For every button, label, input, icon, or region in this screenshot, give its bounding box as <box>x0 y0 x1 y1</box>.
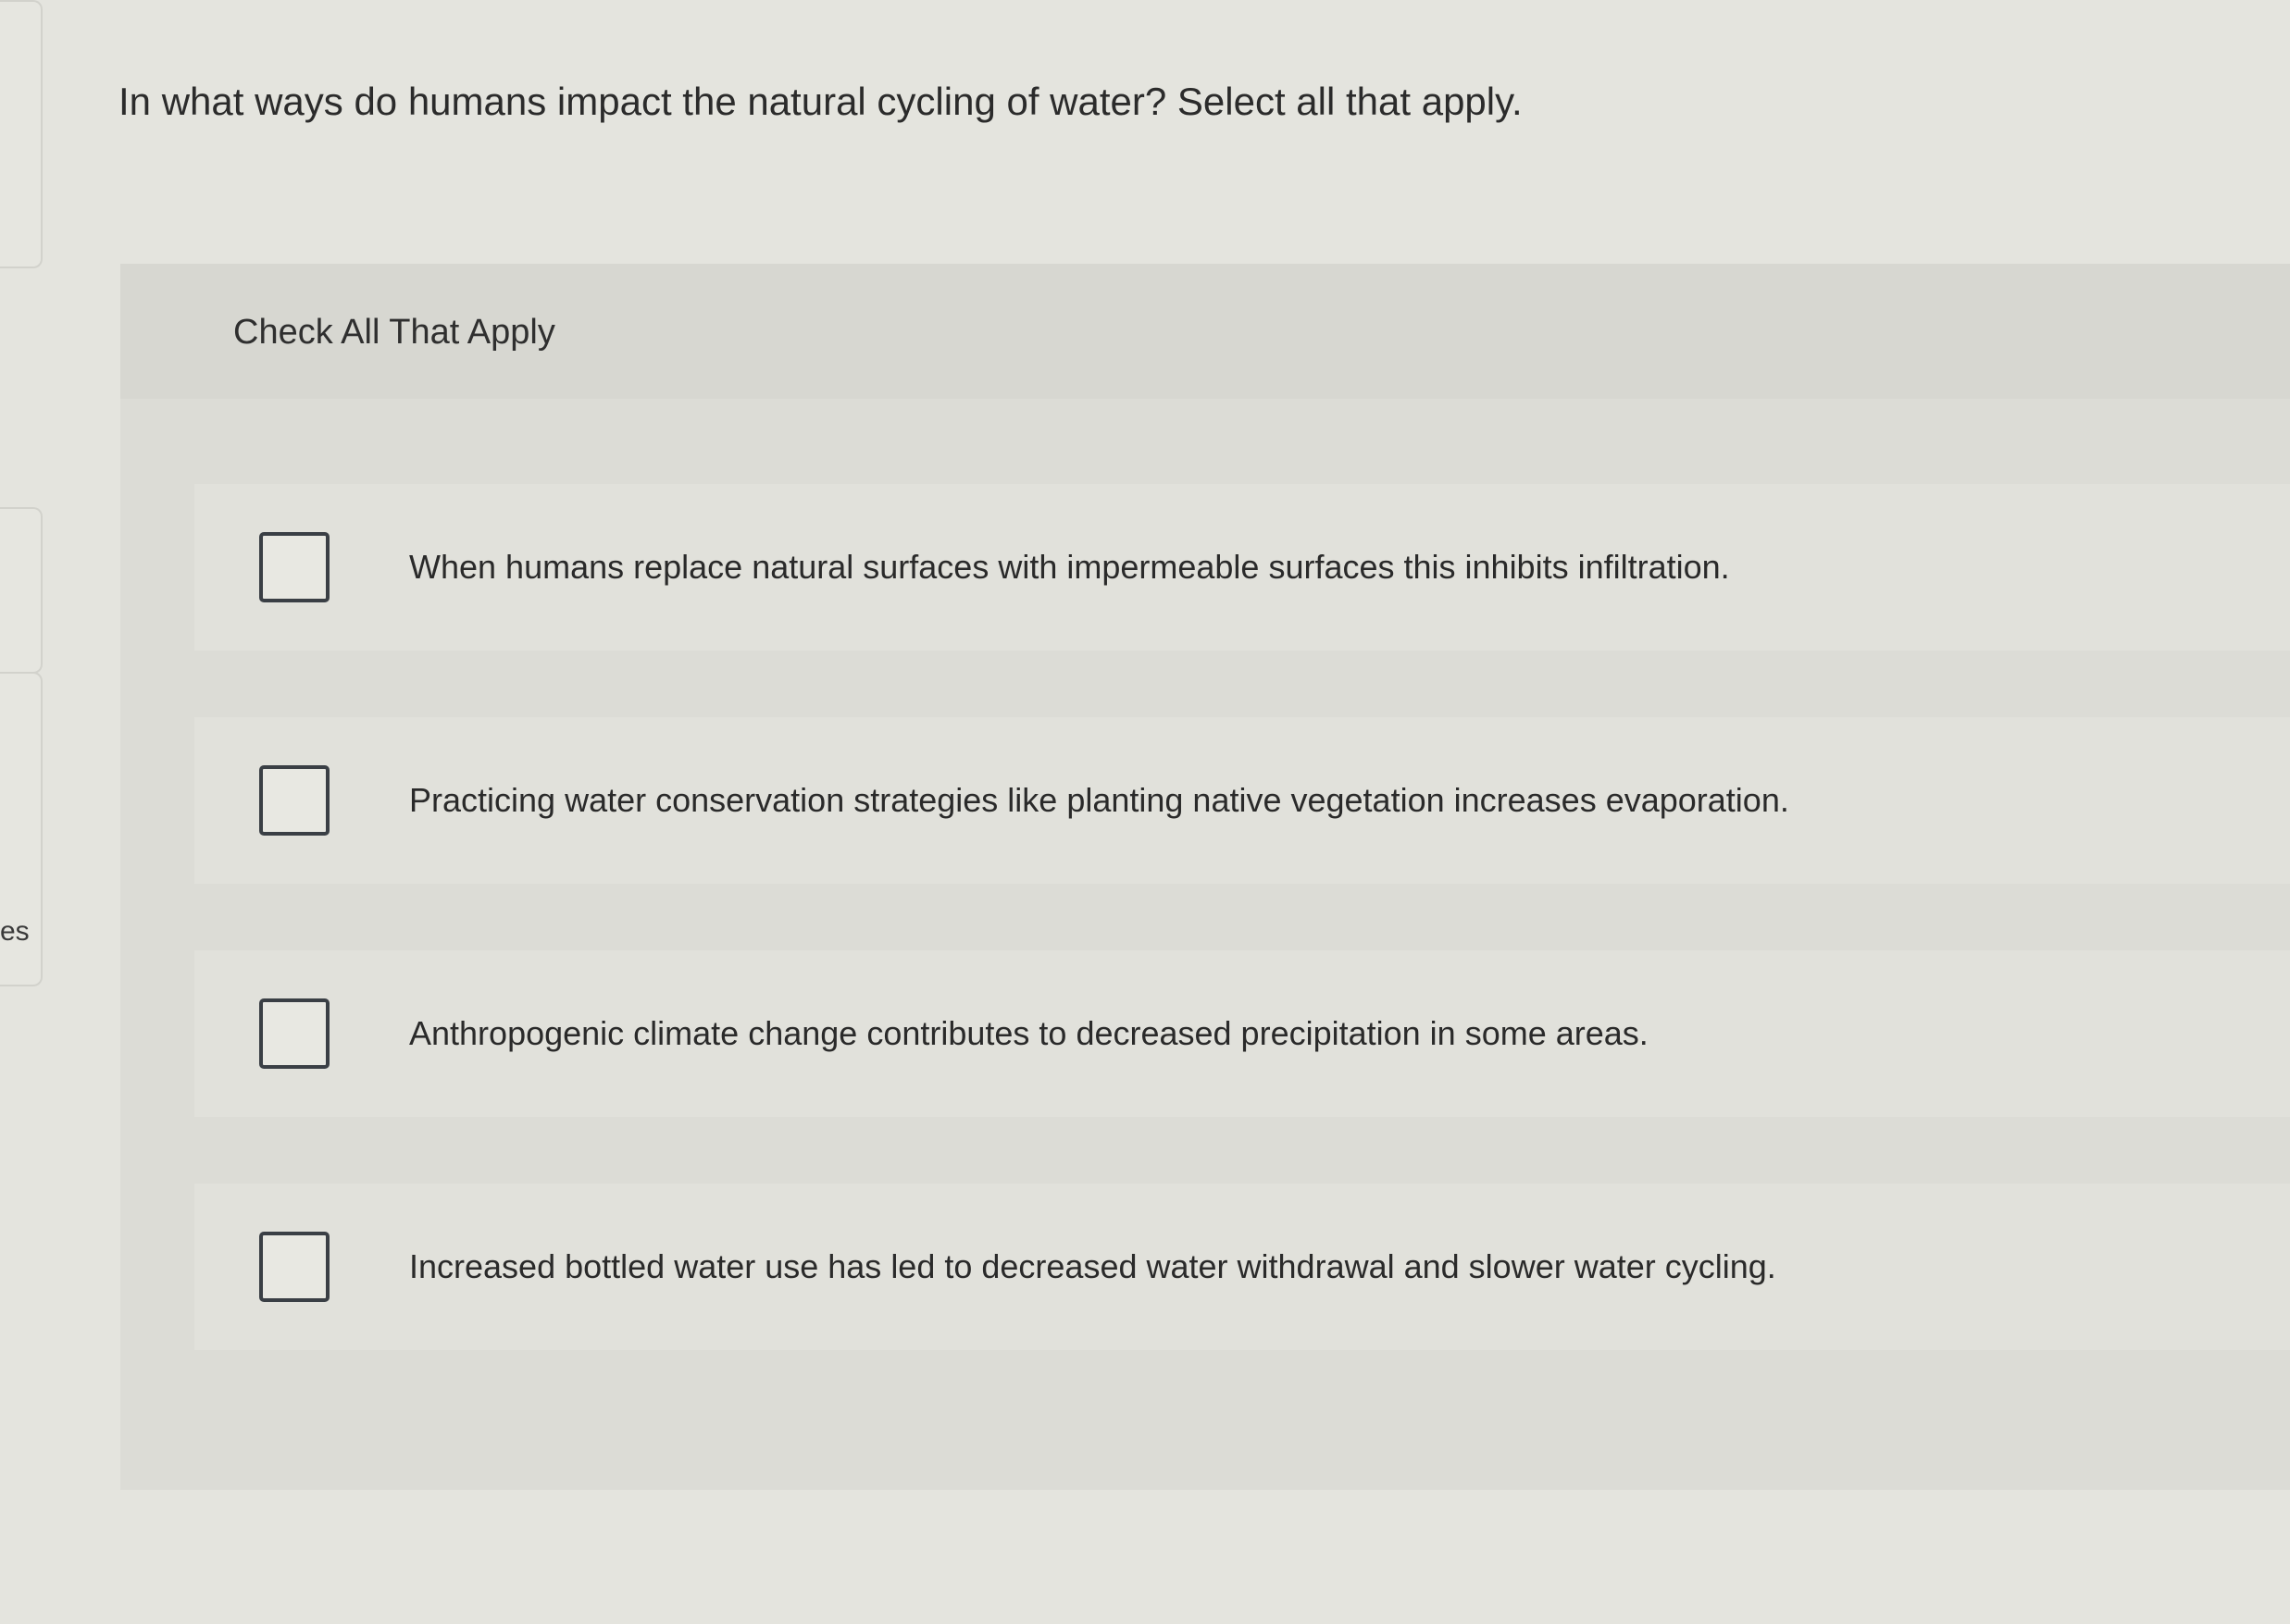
answer-option[interactable]: When humans replace natural surfaces wit… <box>194 484 2290 651</box>
answer-panel: Check All That Apply When humans replace… <box>120 264 2290 1490</box>
sidebar-partial-label: es <box>0 916 30 947</box>
answer-panel-header: Check All That Apply <box>120 264 2290 399</box>
check-all-heading: Check All That Apply <box>233 313 555 352</box>
answer-option-label[interactable]: Practicing water conservation strategies… <box>409 781 1789 820</box>
question-prompt: In what ways do humans impact the natura… <box>118 80 1523 123</box>
answer-option-label[interactable]: Increased bottled water use has led to d… <box>409 1247 1776 1286</box>
sidebar-panel[interactable] <box>0 507 43 674</box>
checkbox[interactable] <box>259 532 330 602</box>
answer-option-label[interactable]: When humans replace natural surfaces wit… <box>409 548 1730 587</box>
checkbox[interactable] <box>259 1232 330 1302</box>
checkbox[interactable] <box>259 998 330 1069</box>
answer-option[interactable]: Increased bottled water use has led to d… <box>194 1184 2290 1350</box>
answer-option[interactable]: Practicing water conservation strategies… <box>194 717 2290 884</box>
left-sidebar: es <box>0 0 44 1624</box>
checkbox[interactable] <box>259 765 330 836</box>
sidebar-panel[interactable] <box>0 0 43 268</box>
answer-option[interactable]: Anthropogenic climate change contributes… <box>194 950 2290 1117</box>
answer-option-label[interactable]: Anthropogenic climate change contributes… <box>409 1014 1649 1053</box>
